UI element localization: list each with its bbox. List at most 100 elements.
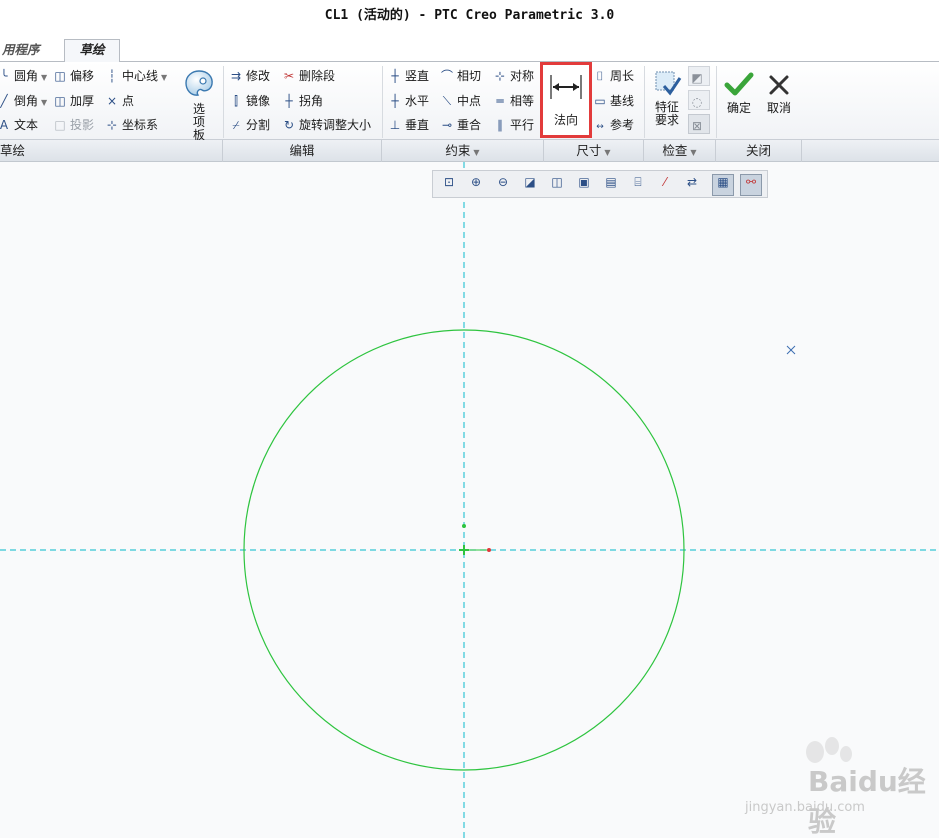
tab-applications[interactable]: 用程序: [0, 40, 50, 62]
inspect-tool-1-button[interactable]: ◩: [688, 66, 710, 86]
reference-label: 参考: [610, 118, 635, 132]
corner-button[interactable]: ┼ 拐角: [281, 90, 323, 112]
display-style-button[interactable]: ◫: [546, 174, 568, 196]
zoom-in-button[interactable]: ⊕: [465, 174, 487, 196]
delete-segment-button[interactable]: ✂ 删除段: [281, 65, 335, 87]
chevron-down-icon[interactable]: ▼: [41, 98, 47, 107]
watermark-url: jingyan.baidu.com: [745, 800, 865, 815]
inspect-tool-2-button[interactable]: ◌: [688, 90, 710, 110]
datum-display-button[interactable]: ⁄: [654, 174, 676, 196]
equal-constraint-button[interactable]: ═ 相等: [492, 90, 534, 112]
delete-segment-icon: ✂: [283, 69, 295, 83]
parallel-constraint-icon: ∥: [497, 118, 503, 132]
mirror-icon: ⫿: [234, 94, 238, 108]
chevron-down-icon[interactable]: ▼: [161, 73, 167, 82]
group-label-inspect-menu[interactable]: 检查 ▼: [644, 140, 716, 162]
annotation-display-button[interactable]: ⇄: [681, 174, 703, 196]
feature-requirements-icon: [655, 71, 682, 96]
coincident-constraint-button[interactable]: ⊸ 重合: [439, 114, 481, 136]
inspect-tool-3-button[interactable]: ⊠: [688, 114, 710, 134]
center-drag-point[interactable]: [462, 524, 466, 528]
modify-icon: ⇉: [230, 69, 242, 83]
centerline-icon: ┆: [108, 69, 116, 83]
ribbon: ╰ 圆角 ▼ ╱ 倒角 ▼ A 文本 ◫ 偏移 ◫ 加厚 □ 投影 ┆ 中心线 ▼ × 点 ⊹ 坐标系 …: [0, 62, 939, 142]
refit-button[interactable]: ⊡: [438, 174, 460, 196]
saved-orientations-button[interactable]: ▣: [573, 174, 595, 196]
corner-icon: ┼: [285, 94, 293, 108]
normal-dimension-label: 法向: [553, 113, 578, 127]
project-icon: □: [54, 118, 66, 132]
ribbon-tab-strip: 用程序 草绘: [0, 36, 939, 63]
parallel-constraint-button[interactable]: ∥ 平行: [492, 114, 534, 136]
chamfer-icon: ╱: [0, 94, 8, 108]
tangent-label: 相切: [457, 69, 482, 83]
perimeter-button[interactable]: ⌷ 周长: [592, 65, 634, 87]
project-button[interactable]: □ 投影: [52, 114, 94, 136]
baseline-label: 基线: [610, 94, 635, 108]
thicken-label: 加厚: [70, 94, 95, 108]
camera-icon: ⌸: [634, 175, 642, 189]
normal-dimension-button[interactable]: 法向: [540, 62, 592, 138]
view-manager-button[interactable]: ▤: [600, 174, 622, 196]
parallel-label: 平行: [510, 118, 535, 132]
repaint-button[interactable]: ◪: [519, 174, 541, 196]
vertical-constraint-button[interactable]: ┼ 竖直: [387, 65, 429, 87]
point-button[interactable]: × 点: [104, 90, 134, 112]
chevron-down-icon: ▼: [690, 148, 697, 157]
open-ends-icon: ⊠: [691, 119, 703, 133]
tab-sketch[interactable]: 草绘: [64, 39, 120, 63]
text-label: 文本: [14, 118, 39, 132]
radius-handle-point[interactable]: [487, 548, 491, 552]
divide-button[interactable]: ⌿ 分割: [228, 114, 270, 136]
group-label-constrain-menu[interactable]: 约束 ▼: [382, 140, 544, 162]
centerline-button[interactable]: ┆ 中心线 ▼: [104, 65, 167, 87]
ok-label: 确定: [726, 101, 751, 115]
display-constraints-button[interactable]: ⚯: [740, 174, 762, 196]
equal-constraint-icon: ═: [496, 94, 504, 108]
reference-button[interactable]: ↔ 参考: [592, 114, 634, 136]
overlap-icon: ◩: [691, 71, 703, 85]
mirror-button[interactable]: ⫿ 镜像: [228, 90, 270, 112]
modify-button[interactable]: ⇉ 修改: [228, 65, 270, 87]
chevron-down-icon[interactable]: ▼: [41, 73, 47, 82]
display-dims-button[interactable]: ▦: [712, 174, 734, 196]
mirror-label: 镜像: [246, 94, 271, 108]
close-icon: [769, 75, 789, 95]
group-label-inspect: 检查: [662, 143, 688, 158]
feature-requirements-button[interactable]: 特征 要求: [648, 68, 686, 127]
thicken-button[interactable]: ◫ 加厚: [52, 90, 94, 112]
group-label-dimension-menu[interactable]: 尺寸 ▼: [544, 140, 644, 162]
zoom-out-button[interactable]: ⊖: [492, 174, 514, 196]
point-icon: ×: [106, 94, 118, 108]
fillet-button[interactable]: ╰ 圆角 ▼: [0, 65, 47, 87]
midpoint-constraint-button[interactable]: ⟍ 中点: [439, 90, 481, 112]
text-button[interactable]: A 文本: [0, 114, 38, 136]
offset-button[interactable]: ◫ 偏移: [52, 65, 94, 87]
coordsys-label: 坐标系: [122, 118, 159, 132]
reference-icon: ↔: [596, 122, 604, 132]
baseline-button[interactable]: ▭ 基线: [592, 90, 634, 112]
zoom-out-icon: ⊖: [497, 175, 509, 189]
chamfer-button[interactable]: ╱ 倒角 ▼: [0, 90, 47, 112]
perpendicular-constraint-button[interactable]: ⊥ 垂直: [387, 114, 429, 136]
chamfer-label: 倒角: [14, 94, 39, 108]
palette-button[interactable]: 选项板: [178, 68, 220, 142]
rotate-resize-button[interactable]: ↻ 旋转调整大小: [281, 114, 371, 136]
saved-orientations-icon: ▣: [578, 175, 590, 189]
symmetric-constraint-button[interactable]: ⊹ 对称: [492, 65, 534, 87]
group-separator: [382, 66, 383, 138]
dimension-arrow-icon: [550, 75, 582, 99]
perpendicular-constraint-icon: ⊥: [389, 118, 401, 132]
ok-button[interactable]: 确定: [722, 72, 756, 115]
horizontal-constraint-button[interactable]: ┼ 水平: [387, 90, 429, 112]
repaint-icon: ◪: [524, 175, 536, 189]
tangent-constraint-button[interactable]: ⌒ 相切: [439, 65, 481, 87]
coincident-label: 重合: [457, 118, 482, 132]
baseline-icon: ▭: [594, 94, 606, 108]
coordsys-button[interactable]: ⊹ 坐标系: [104, 114, 158, 136]
perspective-button[interactable]: ⌸: [627, 174, 649, 196]
datum-display-icon: ⁄: [663, 175, 666, 189]
check-icon: [724, 72, 754, 96]
tangent-constraint-icon: ⌒: [440, 69, 453, 83]
cancel-button[interactable]: 取消: [762, 72, 796, 115]
